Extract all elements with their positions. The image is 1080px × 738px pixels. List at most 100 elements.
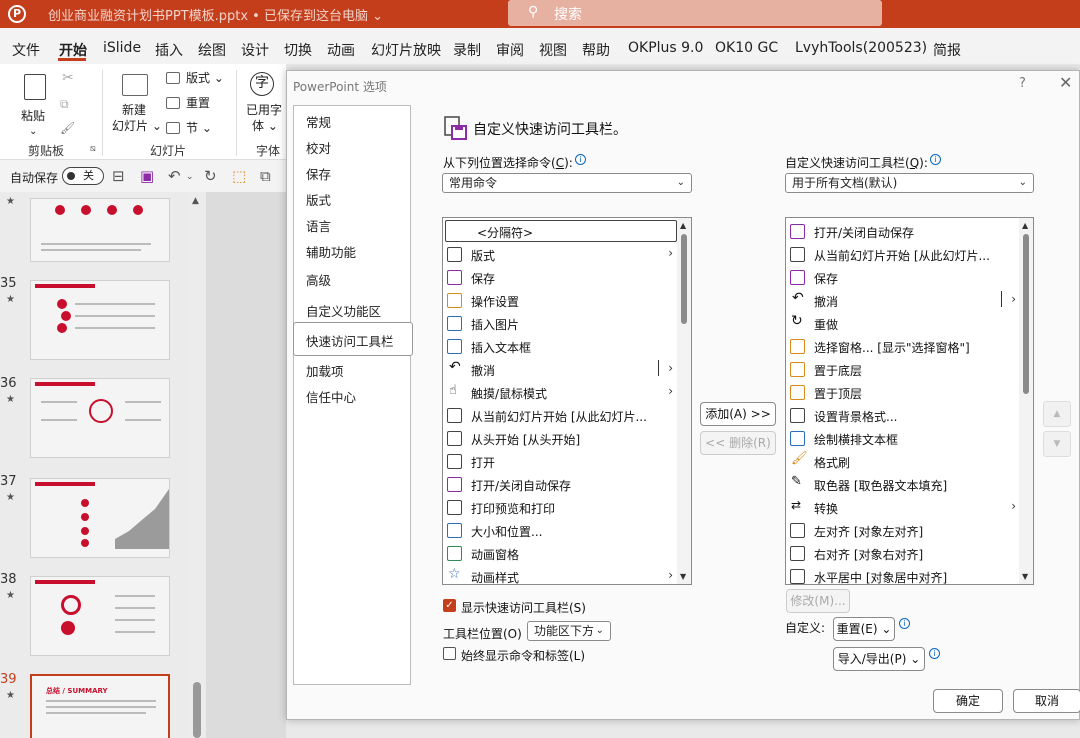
paste-button[interactable]: 粘贴 ⌄ <box>18 70 54 137</box>
list-item[interactable]: ↶ 撤消 › <box>788 289 1020 312</box>
nav-item-quick-access-toolbar[interactable]: 快速访问工具栏 <box>306 331 394 350</box>
nav-item-trust-center[interactable]: 信任中心 <box>306 387 356 406</box>
nav-item-proofing[interactable]: 校对 <box>306 138 331 157</box>
scroll-up-icon[interactable]: ▲ <box>680 221 686 230</box>
cut-icon[interactable]: ✂ <box>62 70 74 86</box>
undo-icon[interactable]: ↶ <box>168 167 181 185</box>
list-item[interactable]: 置于顶层 <box>788 381 1020 404</box>
list-item[interactable]: 大小和位置... <box>445 519 677 542</box>
cancel-button[interactable]: 取消 <box>1013 689 1080 713</box>
list-item[interactable]: 版式 › <box>445 243 677 266</box>
list-item[interactable]: ↶ 撤消 › <box>445 358 677 381</box>
slide-thumbnail[interactable] <box>30 280 170 360</box>
list-scrollbar[interactable]: ▲ ▼ <box>677 218 691 584</box>
nav-item-customize-ribbon[interactable]: 自定义功能区 <box>306 301 381 320</box>
move-down-button[interactable]: ▼ <box>1043 431 1071 457</box>
menu-animations[interactable]: 动画 <box>327 40 355 60</box>
list-item[interactable]: 保存 <box>445 266 677 289</box>
menu-ok10[interactable]: OK10 GC <box>715 40 778 56</box>
info-icon[interactable]: i <box>899 618 910 629</box>
list-item[interactable]: 绘制横排文本框 <box>788 427 1020 450</box>
list-scrollbar[interactable]: ▲ ▼ <box>1019 218 1033 584</box>
nav-item-layout[interactable]: 版式 <box>306 190 331 209</box>
slide-canvas[interactable] <box>206 192 286 738</box>
reset-button[interactable]: 重置 <box>166 95 226 115</box>
nav-item-addins[interactable]: 加载项 <box>306 361 344 380</box>
slides-scrollbar[interactable]: ▲ <box>190 192 204 738</box>
scroll-up-icon[interactable]: ▲ <box>1022 221 1028 230</box>
ok-button[interactable]: 确定 <box>933 689 1003 713</box>
nav-item-language[interactable]: 语言 <box>306 216 331 235</box>
autosave-toggle[interactable]: 关 <box>62 167 104 185</box>
list-item[interactable]: 打开 <box>445 450 677 473</box>
add-button[interactable]: 添加(A) >> <box>700 402 776 426</box>
menu-insert[interactable]: 插入 <box>155 40 183 60</box>
menu-view[interactable]: 视图 <box>539 40 567 60</box>
present-from-current-icon[interactable]: ⊟ <box>112 167 125 185</box>
list-item[interactable]: 从当前幻灯片开始 [从此幻灯片... <box>445 404 677 427</box>
slide-thumbnail[interactable] <box>30 378 170 458</box>
list-item[interactable]: 动画窗格 <box>445 542 677 565</box>
list-item[interactable]: 右对齐 [对象右对齐] <box>788 542 1020 565</box>
list-item[interactable]: 插入文本框 <box>445 335 677 358</box>
redo-icon[interactable]: ↻ <box>204 167 217 185</box>
list-item[interactable]: 水平居中 [对象居中对齐] <box>788 565 1020 584</box>
nav-item-advanced[interactable]: 高级 <box>306 270 331 289</box>
menu-lvyhtools[interactable]: LvyhTools(200523) <box>795 40 927 56</box>
list-item[interactable]: ☆ 动画样式 › <box>445 565 677 584</box>
list-item[interactable]: <分隔符> <box>445 220 677 243</box>
scrollbar-thumb[interactable] <box>681 234 687 324</box>
menu-transitions[interactable]: 切换 <box>284 40 312 60</box>
menu-help[interactable]: 帮助 <box>582 40 610 60</box>
menu-islide[interactable]: iSlide <box>103 40 141 56</box>
show-qat-checkbox[interactable]: ✓ <box>443 599 456 612</box>
list-item[interactable]: ✎ 取色器 [取色器文本填充] <box>788 473 1020 496</box>
list-item[interactable]: 从当前幻灯片开始 [从此幻灯片... <box>788 243 1020 266</box>
close-button[interactable]: ✕ <box>1059 73 1072 92</box>
list-item[interactable]: 打开/关闭自动保存 <box>788 220 1020 243</box>
list-item[interactable]: 置于底层 <box>788 358 1020 381</box>
list-item[interactable]: 从头开始 [从头开始] <box>445 427 677 450</box>
layout-button[interactable]: 版式 ⌄ <box>166 70 226 90</box>
available-commands-list[interactable]: <分隔符> 版式 › 保存 操作设置 插入图片 插入文本框 ↶ 撤消 › ☝ 触摸/鼠标… <box>442 217 692 585</box>
list-item[interactable]: 左对齐 [对象左对齐] <box>788 519 1020 542</box>
selection-pane-icon[interactable]: ⬚ <box>232 167 246 185</box>
customize-qat-dropdown[interactable]: 用于所有文档(默认) ⌄ <box>785 173 1034 193</box>
move-up-button[interactable]: ▲ <box>1043 401 1071 427</box>
info-icon[interactable]: i <box>574 154 586 165</box>
modify-button[interactable]: 修改(M)... <box>786 589 850 613</box>
nav-item-accessibility[interactable]: 辅助功能 <box>306 242 356 261</box>
dialog-launcher-icon[interactable]: ⧅ <box>90 144 96 154</box>
slide-thumbnail-selected[interactable]: 总结 / SUMMARY <box>30 674 170 738</box>
menu-briefing[interactable]: 简报 <box>933 40 961 60</box>
send-to-back-icon[interactable]: ⧉ <box>260 167 271 185</box>
list-item[interactable]: 选择窗格... [显示"选择窗格"] <box>788 335 1020 358</box>
remove-button[interactable]: << 删除(R) <box>700 431 776 455</box>
help-button[interactable]: ? <box>1019 76 1026 91</box>
copy-icon[interactable]: ⧉ <box>60 96 69 112</box>
always-show-labels-checkbox[interactable] <box>443 647 456 660</box>
scrollbar-thumb[interactable] <box>1023 234 1029 394</box>
scroll-down-icon[interactable]: ▼ <box>680 572 686 581</box>
section-button[interactable]: 节 ⌄ <box>166 120 226 140</box>
scroll-down-icon[interactable]: ▼ <box>1022 572 1028 581</box>
slide-thumbnail[interactable] <box>30 576 170 656</box>
document-title[interactable]: 创业商业融资计划书PPT模板.pptx • 已保存到这台电脑 ⌄ <box>48 5 383 24</box>
menu-record[interactable]: 录制 <box>453 40 481 60</box>
menu-draw[interactable]: 绘图 <box>198 40 226 60</box>
slide-thumbnail[interactable] <box>30 478 170 558</box>
list-item[interactable]: 保存 <box>788 266 1020 289</box>
list-item[interactable]: ☝ 触摸/鼠标模式 › <box>445 381 677 404</box>
import-export-button[interactable]: 导入/导出(P) ⌄ <box>833 647 925 671</box>
new-slide-button[interactable]: 新建 幻灯片 ⌄ <box>110 70 162 134</box>
menu-okplus[interactable]: OKPlus 9.0 <box>628 40 703 56</box>
menu-review[interactable]: 审阅 <box>496 40 524 60</box>
used-fonts-button[interactable]: 字 已用字 体 ⌄ <box>244 70 284 134</box>
scrollbar-thumb[interactable] <box>193 682 201 738</box>
search-box[interactable]: ⚲ 搜索 <box>508 0 882 26</box>
format-painter-icon[interactable]: 🖌 <box>60 120 75 136</box>
list-item[interactable]: 操作设置 <box>445 289 677 312</box>
menu-slideshow[interactable]: 幻灯片放映 <box>371 40 441 60</box>
nav-item-general[interactable]: 常规 <box>306 112 331 131</box>
list-item[interactable]: 打开/关闭自动保存 <box>445 473 677 496</box>
